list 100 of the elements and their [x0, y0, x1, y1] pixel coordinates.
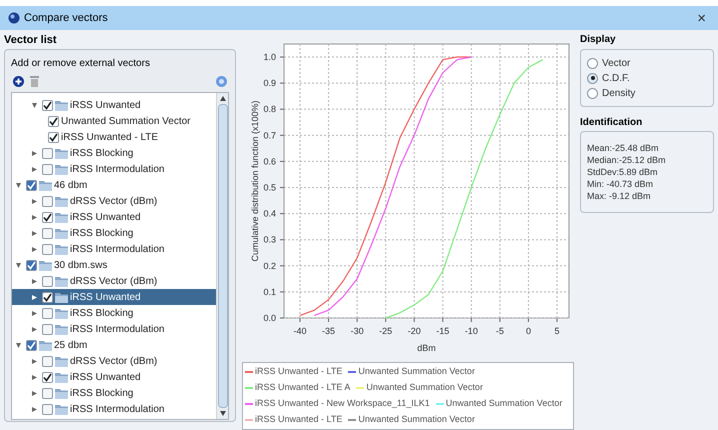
checkbox[interactable]: [42, 356, 53, 366]
tree-row[interactable]: iRSS Intermodulation: [12, 401, 216, 417]
expanded-arrow-icon[interactable]: [16, 342, 21, 348]
folder-icon: [55, 388, 68, 398]
legend-label: Unwanted Summation Vector: [446, 397, 562, 410]
y-tick-label: 0.4: [263, 208, 276, 219]
tree-row[interactable]: 25 dbm: [12, 337, 216, 353]
tree-row[interactable]: iRSS Unwanted: [12, 209, 216, 225]
collapsed-arrow-icon[interactable]: [32, 214, 37, 220]
tree-row[interactable]: iRSS Intermodulation: [12, 161, 216, 177]
collapsed-arrow-icon[interactable]: [32, 278, 37, 284]
radio-button[interactable]: [587, 58, 598, 68]
tree-row[interactable]: iRSS Intermodulation: [12, 321, 216, 337]
checkbox[interactable]: [42, 388, 53, 398]
collapsed-arrow-icon[interactable]: [32, 294, 37, 300]
tree-row[interactable]: iRSS Intermodulation: [12, 241, 216, 257]
tree-row[interactable]: iRSS Unwanted: [12, 289, 216, 305]
add-icon[interactable]: [13, 76, 24, 86]
checkbox[interactable]: [48, 116, 59, 126]
tree-row[interactable]: iRSS Unwanted - LTE: [12, 129, 216, 145]
folder-icon: [55, 276, 68, 286]
tree-row[interactable]: Unwanted Summation Vector: [12, 113, 216, 129]
legend-label: iRSS Unwanted - New Workspace_11_ILK1: [255, 397, 430, 410]
tree-item-label: iRSS Unwanted: [70, 370, 141, 384]
folder-icon: [39, 340, 52, 350]
y-tick-label: 0.5: [263, 182, 276, 193]
expanded-arrow-icon[interactable]: [32, 102, 37, 108]
tree-row[interactable]: dRSS Vector (dBm): [12, 353, 216, 369]
statistic-text: Max: -9.12 dBm: [587, 190, 652, 202]
checkbox[interactable]: [42, 164, 53, 174]
radio-option[interactable]: Density: [587, 86, 707, 100]
tree-row[interactable]: 46 dbm: [12, 177, 216, 193]
tree-row[interactable]: iRSS Blocking: [12, 225, 216, 241]
tree-item-label: iRSS Unwanted: [70, 210, 141, 224]
statistic-text: Median:-25.12 dBm: [587, 154, 667, 166]
tree-row[interactable]: iRSS Unwanted: [12, 97, 216, 113]
tree-row[interactable]: iRSS Blocking: [12, 305, 216, 321]
checkbox[interactable]: [42, 196, 53, 206]
folder-icon: [55, 244, 68, 254]
folder-icon: [55, 324, 68, 334]
collapsed-arrow-icon[interactable]: [32, 310, 37, 316]
y-tick-label: 0.8: [263, 104, 276, 114]
panel-title: Display: [580, 33, 617, 47]
radio-option[interactable]: Vector: [587, 56, 707, 70]
close-button[interactable]: ×: [693, 10, 710, 26]
checkbox[interactable]: [26, 180, 37, 190]
checkbox[interactable]: [42, 148, 53, 158]
panel-subtitle: Add or remove external vectors: [11, 58, 150, 70]
folder-icon: [55, 404, 68, 414]
legend-label: Unwanted Summation Vector: [366, 381, 483, 394]
tree-row[interactable]: dRSS Vector (dBm): [12, 273, 216, 289]
checkbox[interactable]: [42, 244, 53, 254]
tree-row[interactable]: 30 dbm.sws: [12, 257, 216, 273]
scroll-down-icon[interactable]: [220, 411, 226, 416]
expanded-arrow-icon[interactable]: [16, 182, 21, 188]
scroll-up-icon[interactable]: [220, 96, 226, 101]
collapsed-arrow-icon[interactable]: [32, 166, 37, 172]
radio-option[interactable]: C.D.F.: [587, 71, 707, 85]
checkbox[interactable]: [42, 212, 53, 222]
collapsed-arrow-icon[interactable]: [32, 374, 37, 380]
checkbox[interactable]: [42, 308, 53, 318]
tree-row[interactable]: iRSS Blocking: [12, 145, 216, 161]
folder-icon: [55, 196, 68, 206]
radio-button[interactable]: [587, 72, 598, 84]
tree-row[interactable]: iRSS Unwanted: [12, 369, 216, 385]
collapsed-arrow-icon[interactable]: [32, 390, 37, 396]
tree-item-label: 46 dbm: [54, 178, 88, 192]
tree-item-label: iRSS Intermodulation: [70, 242, 164, 256]
tree-item-label: iRSS Intermodulation: [70, 162, 164, 176]
collapsed-arrow-icon[interactable]: [32, 326, 37, 332]
x-tick-label: -25: [379, 326, 392, 336]
checkbox[interactable]: [42, 276, 53, 286]
checkbox[interactable]: [42, 292, 53, 302]
tree-item-label: 25 dbm: [54, 338, 88, 352]
checkbox[interactable]: [42, 404, 53, 414]
checkbox[interactable]: [42, 324, 53, 334]
checkbox[interactable]: [48, 132, 59, 142]
collapsed-arrow-icon[interactable]: [32, 406, 37, 412]
checkbox[interactable]: [26, 260, 37, 270]
checkbox[interactable]: [42, 372, 53, 382]
checkbox[interactable]: [42, 100, 53, 110]
folder-icon: [55, 212, 68, 222]
y-axis-title: Cumulative distribution function (x100%): [250, 100, 260, 262]
expanded-arrow-icon[interactable]: [16, 262, 21, 268]
x-tick-label: 0: [526, 326, 531, 336]
radio-button[interactable]: [587, 88, 598, 98]
y-tick-label: 0.0: [263, 313, 276, 323]
checkbox[interactable]: [42, 228, 53, 238]
collapsed-arrow-icon[interactable]: [32, 198, 37, 204]
tree-row[interactable]: dRSS Vector (dBm): [12, 193, 216, 209]
scrollbar[interactable]: [216, 93, 228, 419]
collapsed-arrow-icon[interactable]: [32, 150, 37, 156]
collapsed-arrow-icon[interactable]: [32, 358, 37, 364]
collapsed-arrow-icon[interactable]: [32, 246, 37, 252]
checkbox[interactable]: [26, 340, 37, 350]
folder-icon: [55, 148, 68, 158]
x-tick-label: -40: [293, 326, 306, 336]
tree-row[interactable]: iRSS Blocking: [12, 385, 216, 401]
collapsed-arrow-icon[interactable]: [32, 230, 37, 236]
x-axis-title: dBm: [417, 343, 436, 353]
